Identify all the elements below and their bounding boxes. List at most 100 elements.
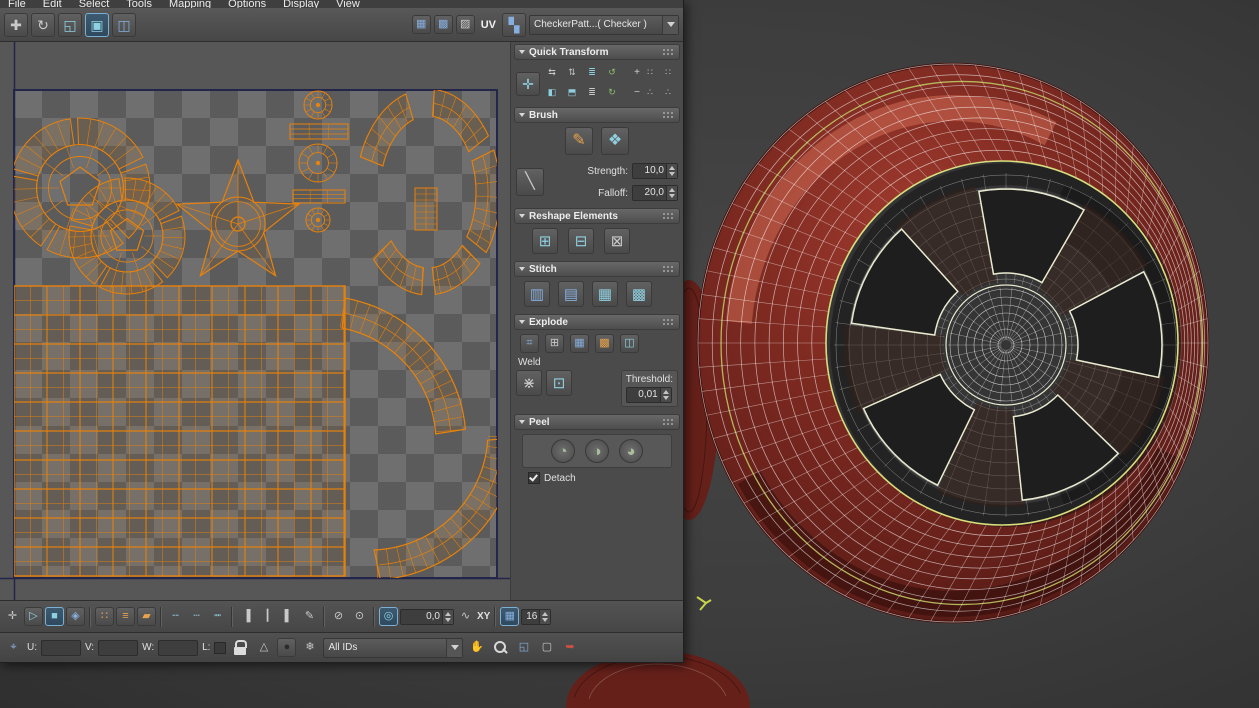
space-minus-label[interactable]: − bbox=[634, 87, 640, 98]
space-horizontal-icon[interactable]: ∷ bbox=[642, 64, 658, 80]
edit-seams-pencil-icon[interactable]: ✎ bbox=[300, 607, 319, 626]
snap-transform-icon[interactable]: ✛ bbox=[516, 72, 540, 96]
v-field[interactable] bbox=[98, 639, 139, 656]
rollout-header-reshape[interactable]: Reshape Elements bbox=[514, 208, 680, 224]
move-subobject-icon[interactable]: ✛ bbox=[3, 607, 22, 626]
w-field[interactable] bbox=[158, 639, 199, 656]
falloff-space-label[interactable]: XY bbox=[477, 611, 490, 622]
move-tool-icon[interactable]: ✚ bbox=[4, 12, 28, 37]
select-element-icon[interactable]: ■ bbox=[45, 607, 64, 626]
texture-dropdown[interactable]: CheckerPatt...( Checker ) bbox=[529, 14, 679, 35]
rotate-ccw-icon[interactable]: ↺ bbox=[604, 64, 620, 80]
material-id-filter-dropdown[interactable]: All IDs bbox=[323, 637, 464, 658]
quick-peel-icon[interactable]: ◔ bbox=[551, 439, 575, 463]
stitch-custom-icon[interactable]: ▥ bbox=[524, 281, 550, 307]
strength-spinner[interactable] bbox=[666, 164, 677, 178]
soft-selection-spinner[interactable] bbox=[442, 609, 453, 624]
convert-seam-icon[interactable]: ⊙ bbox=[350, 607, 369, 626]
paint-brush-icon[interactable]: ✎ bbox=[565, 127, 593, 155]
align-horizontal-icon[interactable]: ◧ bbox=[544, 84, 560, 100]
rotate-tool-icon[interactable]: ↻ bbox=[31, 12, 55, 37]
align-bracket-left-icon[interactable]: ▐ bbox=[237, 607, 256, 626]
menu-item-mapping[interactable]: Mapping bbox=[169, 0, 211, 8]
soft-selection-icon[interactable]: ◎ bbox=[379, 607, 398, 626]
zoom-icon[interactable] bbox=[490, 638, 510, 658]
point-to-point-seam-icon[interactable]: ⊘ bbox=[329, 607, 348, 626]
explode-unfold-icon[interactable]: ◫ bbox=[620, 334, 639, 353]
falloff-curve-icon[interactable]: ∿ bbox=[456, 607, 475, 626]
zoom-to-gizmo-icon[interactable]: ➥ bbox=[560, 638, 579, 657]
scale-tool-icon[interactable]: ◱ bbox=[58, 12, 82, 37]
edge-mode-icon[interactable]: ≡ bbox=[116, 607, 135, 626]
zoom-region-icon[interactable]: ◱ bbox=[514, 638, 533, 657]
rollout-header-explode[interactable]: Explode bbox=[514, 314, 680, 330]
menu-item-display[interactable]: Display bbox=[283, 0, 319, 8]
explode-normal-map-icon[interactable]: ▩ bbox=[595, 334, 614, 353]
rollout-header-quick-transform[interactable]: Quick Transform bbox=[514, 44, 680, 60]
weld-all-icon[interactable]: ⊡ bbox=[546, 370, 572, 396]
menu-item-file[interactable]: File bbox=[8, 0, 26, 8]
detach-checkbox[interactable] bbox=[528, 472, 540, 484]
strength-field[interactable]: 10,0 bbox=[632, 163, 678, 179]
rollout-header-brush[interactable]: Brush bbox=[514, 107, 680, 123]
filter-selected-faces-icon[interactable]: △ bbox=[254, 638, 273, 657]
threshold-spinner[interactable] bbox=[659, 388, 671, 402]
paint-select-size-icon[interactable]: ▦ bbox=[500, 607, 520, 626]
lock-selection-icon[interactable] bbox=[230, 638, 250, 658]
stitch-target-icon[interactable]: ▩ bbox=[626, 281, 652, 307]
move-vertical-icon[interactable]: ⇅ bbox=[564, 64, 580, 80]
material-id-dropdown-arrow[interactable] bbox=[446, 638, 463, 657]
texture-dropdown-arrow[interactable] bbox=[662, 15, 678, 34]
menu-item-tools[interactable]: Tools bbox=[126, 0, 152, 8]
absolute-typein-icon[interactable]: ⌖ bbox=[4, 638, 23, 657]
rectangularize-icon[interactable]: ⊠ bbox=[604, 228, 630, 254]
stitch-source-icon[interactable]: ▤ bbox=[558, 281, 584, 307]
pack-vertical-icon[interactable]: ∴ bbox=[660, 84, 676, 100]
menu-item-view[interactable]: View bbox=[336, 0, 360, 8]
tile-map-icon[interactable]: ▨ bbox=[455, 15, 475, 34]
rollout-header-peel[interactable]: Peel bbox=[514, 414, 680, 430]
stitch-average-icon[interactable]: ▦ bbox=[592, 281, 618, 307]
grow-loop-icon[interactable]: ┉ bbox=[208, 607, 227, 626]
threshold-field[interactable]: 0,01 bbox=[625, 387, 672, 403]
falloff-spinner[interactable] bbox=[666, 186, 677, 200]
pack-horizontal-icon[interactable]: ∷ bbox=[660, 64, 676, 80]
checker-texture-icon[interactable]: ▚ bbox=[502, 12, 526, 37]
peel-reset-icon[interactable]: ◕ bbox=[619, 439, 643, 463]
brush-falloff-icon[interactable]: ╲ bbox=[516, 168, 544, 196]
pan-hand-icon[interactable]: ✋ bbox=[467, 638, 486, 657]
freeform-mode-icon[interactable]: ▣ bbox=[85, 12, 109, 37]
edge-ring-icon[interactable]: ┄ bbox=[187, 607, 206, 626]
weld-selected-icon[interactable]: ⋇ bbox=[516, 370, 542, 396]
face-mode-icon[interactable]: ▰ bbox=[137, 607, 156, 626]
freeze-icon[interactable]: ❄ bbox=[300, 638, 319, 657]
soft-selection-falloff-field[interactable]: 0,0 bbox=[400, 608, 454, 625]
explode-flatten-icon[interactable]: ▦ bbox=[570, 334, 589, 353]
straighten-selection-icon[interactable]: ⊟ bbox=[568, 228, 594, 254]
u-field[interactable] bbox=[41, 639, 81, 656]
align-vertical-icon[interactable]: ⬒ bbox=[564, 84, 580, 100]
lock-aspect-checkbox[interactable] bbox=[214, 641, 227, 654]
menu-item-options[interactable]: Options bbox=[228, 0, 266, 8]
explode-break-icon[interactable]: ⌗ bbox=[520, 334, 539, 353]
relax-elements-icon[interactable]: ⊞ bbox=[532, 228, 558, 254]
uv-canvas[interactable] bbox=[0, 42, 510, 600]
align-edges-icon[interactable]: ≣ bbox=[584, 64, 600, 80]
polygon-mode-icon[interactable]: ◈ bbox=[66, 607, 85, 626]
mirror-icon[interactable]: ◫ bbox=[112, 12, 136, 37]
brush-size-field[interactable]: 16 bbox=[521, 608, 552, 625]
peel-mode-icon[interactable]: ◑ bbox=[585, 439, 609, 463]
show-map-icon[interactable]: ▩ bbox=[433, 15, 453, 34]
menu-item-select[interactable]: Select bbox=[79, 0, 110, 8]
select-polygon-icon[interactable]: ▷ bbox=[24, 607, 43, 626]
vertex-mode-icon[interactable]: ∷ bbox=[95, 607, 114, 626]
zoom-extents-icon[interactable]: ▢ bbox=[537, 638, 556, 657]
hide-by-smoothing-icon[interactable]: ● bbox=[277, 638, 297, 657]
brush-size-spinner[interactable] bbox=[539, 609, 551, 624]
space-vertical-icon[interactable]: ∴ bbox=[642, 84, 658, 100]
falloff-field[interactable]: 20,0 bbox=[632, 185, 678, 201]
edge-loop-icon[interactable]: ╌ bbox=[166, 607, 185, 626]
move-horizontal-icon[interactable]: ⇆ bbox=[544, 64, 560, 80]
menu-item-edit[interactable]: Edit bbox=[43, 0, 62, 8]
relax-brush-icon[interactable]: ❖ bbox=[601, 127, 629, 155]
